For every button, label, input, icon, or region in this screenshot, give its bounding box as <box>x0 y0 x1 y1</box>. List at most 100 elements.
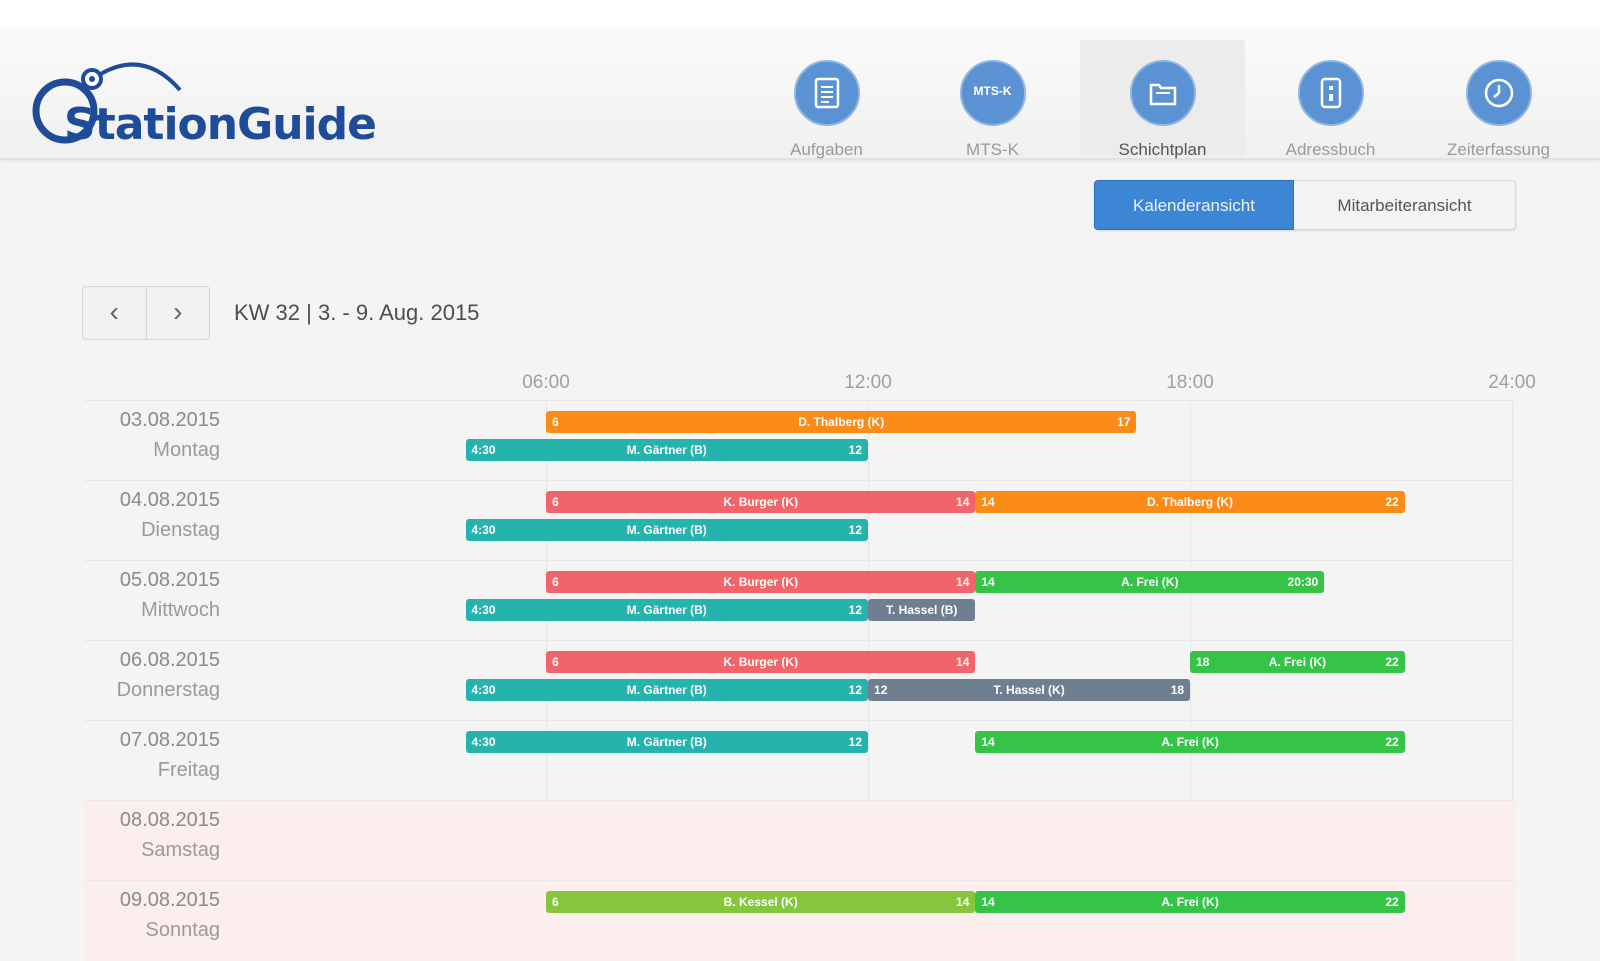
shift-bar[interactable]: 18 A. Frei (K) 22 <box>1190 651 1405 673</box>
view-toggle: Kalenderansicht Mitarbeiteransicht <box>1094 180 1516 230</box>
calendar-icon <box>1129 60 1196 126</box>
day-name: Montag <box>153 439 220 461</box>
shift-employee: B. Kessel (K) <box>723 895 798 909</box>
shift-bar[interactable]: 4:30 M. Gärtner (B) 12 <box>465 439 869 461</box>
day-name: Mittwoch <box>141 599 220 621</box>
day-row: 04.08.2015 Dienstag 6 K. Burger (K) 14 14 D. T… <box>84 480 1516 561</box>
shift-employee: M. Gärtner (B) <box>626 735 707 749</box>
shift-bar[interactable]: 14 A. Frei (K) 20:30 <box>975 571 1325 593</box>
day-name: Sonntag <box>145 919 220 941</box>
week-label: KW 32 | 3. - 9. Aug. 2015 <box>234 300 480 325</box>
shift-bar[interactable]: 6 D. Thalberg (K) 17 <box>546 411 1137 433</box>
shift-end: 14 <box>956 895 970 909</box>
day-row: 03.08.2015 Montag 6 D. Thalberg (K) 17 4:30 M.… <box>84 400 1516 481</box>
day-row: 05.08.2015 Mittwoch 6 K. Burger (K) 14 14 A. F… <box>84 560 1516 641</box>
shift-calendar: 06:00 12:00 18:00 24:00 03.08.2015 Montag… <box>0 360 1600 961</box>
clock-icon <box>1465 60 1532 126</box>
shift-bar[interactable]: 6 K. Burger (K) 14 <box>546 651 976 673</box>
nav-zeiterfassung[interactable]: Zeiterfassung <box>1416 40 1581 159</box>
clipboard-icon <box>793 60 860 126</box>
mtsk-icon-text: MTS-K <box>973 84 1012 98</box>
day-date: 05.08.2015 <box>119 569 220 591</box>
shift-bar[interactable]: 4:30 M. Gärtner (B) 12 <box>465 599 869 621</box>
shift-end: 22 <box>1385 735 1399 749</box>
shift-employee: M. Gärtner (B) <box>626 443 707 457</box>
shift-bar[interactable]: 12 T. Hassel (K) 18 <box>868 679 1191 701</box>
shift-employee: A. Frei (K) <box>1121 575 1179 589</box>
day-date: 09.08.2015 <box>119 889 220 911</box>
shift-end: 22 <box>1385 895 1399 909</box>
axis-label-0600: 06:00 <box>522 372 570 393</box>
shift-employee: D. Thalberg (K) <box>798 415 885 429</box>
nav-mtsk[interactable]: MTS-K MTS-K <box>910 40 1075 159</box>
shift-employee: T. Hassel (K) <box>993 683 1065 697</box>
shift-end: 14 <box>956 495 970 509</box>
shift-bar[interactable]: 14 D. Thalberg (K) 22 <box>975 491 1405 513</box>
shift-bar[interactable]: 4:30 M. Gärtner (B) 12 <box>465 679 869 701</box>
stationguide-logo[interactable]: StationGuide <box>30 46 377 150</box>
shift-end: 12 <box>848 523 863 537</box>
axis-label-1800: 18:00 <box>1166 372 1214 393</box>
shift-end: 12 <box>848 683 863 697</box>
employee-view-button[interactable]: Mitarbeiteransicht <box>1294 180 1516 230</box>
day-name: Donnerstag <box>116 679 220 701</box>
calendar-view-button[interactable]: Kalenderansicht <box>1094 180 1294 230</box>
shift-bar[interactable]: 6 K. Burger (K) 14 <box>546 571 976 593</box>
shift-employee: K. Burger (K) <box>723 655 799 669</box>
shift-bar[interactable]: 14 A. Frei (K) 22 <box>975 891 1405 913</box>
day-date: 07.08.2015 <box>119 729 220 751</box>
app-header: StationGuide Aufgaben MTS-K MTS-K Schich <box>0 26 1600 160</box>
day-date: 06.08.2015 <box>119 649 220 671</box>
shift-bar[interactable]: T. Hassel (B) <box>868 599 976 621</box>
logo-text: StationGuide <box>64 99 377 150</box>
day-name: Freitag <box>157 759 220 781</box>
nav-label: Schichtplan <box>1118 140 1207 159</box>
shift-bar[interactable]: 6 B. Kessel (K) 14 <box>546 891 976 913</box>
top-strip <box>0 0 1600 26</box>
shift-end: 12 <box>848 443 863 457</box>
axis-label-1200: 12:00 <box>844 372 892 393</box>
prev-week-button[interactable]: ‹ <box>83 287 146 339</box>
day-date: 08.08.2015 <box>119 809 220 831</box>
nav-label: Adressbuch <box>1285 140 1376 159</box>
day-row: 06.08.2015 Donnerstag 6 K. Burger (K) 14 18 A.… <box>84 640 1516 721</box>
shift-employee: A. Frei (K) <box>1161 735 1219 749</box>
day-date: 03.08.2015 <box>119 409 220 431</box>
day-name: Dienstag <box>141 519 220 541</box>
shift-employee: K. Burger (K) <box>723 575 799 589</box>
nav-aufgaben[interactable]: Aufgaben <box>744 40 909 159</box>
shift-bar[interactable]: 14 A. Frei (K) 22 <box>975 731 1405 753</box>
day-row: 09.08.2015 Sonntag 6 B. Kessel (K) 14 14 A. Fr… <box>84 880 1516 961</box>
shift-employee: K. Burger (K) <box>723 495 799 509</box>
nav-schichtplan[interactable]: Schichtplan <box>1080 40 1245 159</box>
shift-end: 12 <box>848 735 863 749</box>
next-week-button[interactable]: › <box>145 287 210 339</box>
shift-employee: A. Frei (K) <box>1161 895 1219 909</box>
day-row: 08.08.2015 Samstag <box>84 800 1516 881</box>
shift-employee: D. Thalberg (K) <box>1147 495 1234 509</box>
nav-label: Zeiterfassung <box>1447 140 1550 159</box>
nav-adressbuch[interactable]: Adressbuch <box>1248 40 1413 159</box>
day-row: 07.08.2015 Freitag 4:30 M. Gärtner (B) 12 14 A… <box>84 720 1516 801</box>
shift-employee: A. Frei (K) <box>1268 655 1327 669</box>
shift-employee: M. Gärtner (B) <box>626 523 707 537</box>
shift-employee: M. Gärtner (B) <box>626 603 707 617</box>
addressbook-icon <box>1297 60 1364 126</box>
shift-employee: M. Gärtner (B) <box>626 683 707 697</box>
shift-bar[interactable]: 4:30 M. Gärtner (B) 12 <box>465 519 869 541</box>
axis-label-2400: 24:00 <box>1488 372 1536 393</box>
shift-end: 14 <box>956 655 970 669</box>
shift-bar[interactable]: 6 K. Burger (K) 14 <box>546 491 976 513</box>
shift-end: 17 <box>1117 415 1131 429</box>
day-name: Samstag <box>141 839 220 861</box>
shift-end: 22 <box>1385 495 1399 509</box>
shift-end: 12 <box>848 603 863 617</box>
nav-label: MTS-K <box>966 140 1019 159</box>
week-pager: ‹ › <box>82 286 210 340</box>
shift-end: 14 <box>956 575 970 589</box>
shift-bar[interactable]: 4:30 M. Gärtner (B) 12 <box>465 731 869 753</box>
nav-label: Aufgaben <box>790 140 863 159</box>
shift-end: 22 <box>1385 655 1399 669</box>
shift-end: 18 <box>1170 683 1185 697</box>
shift-employee: T. Hassel (B) <box>886 603 958 617</box>
